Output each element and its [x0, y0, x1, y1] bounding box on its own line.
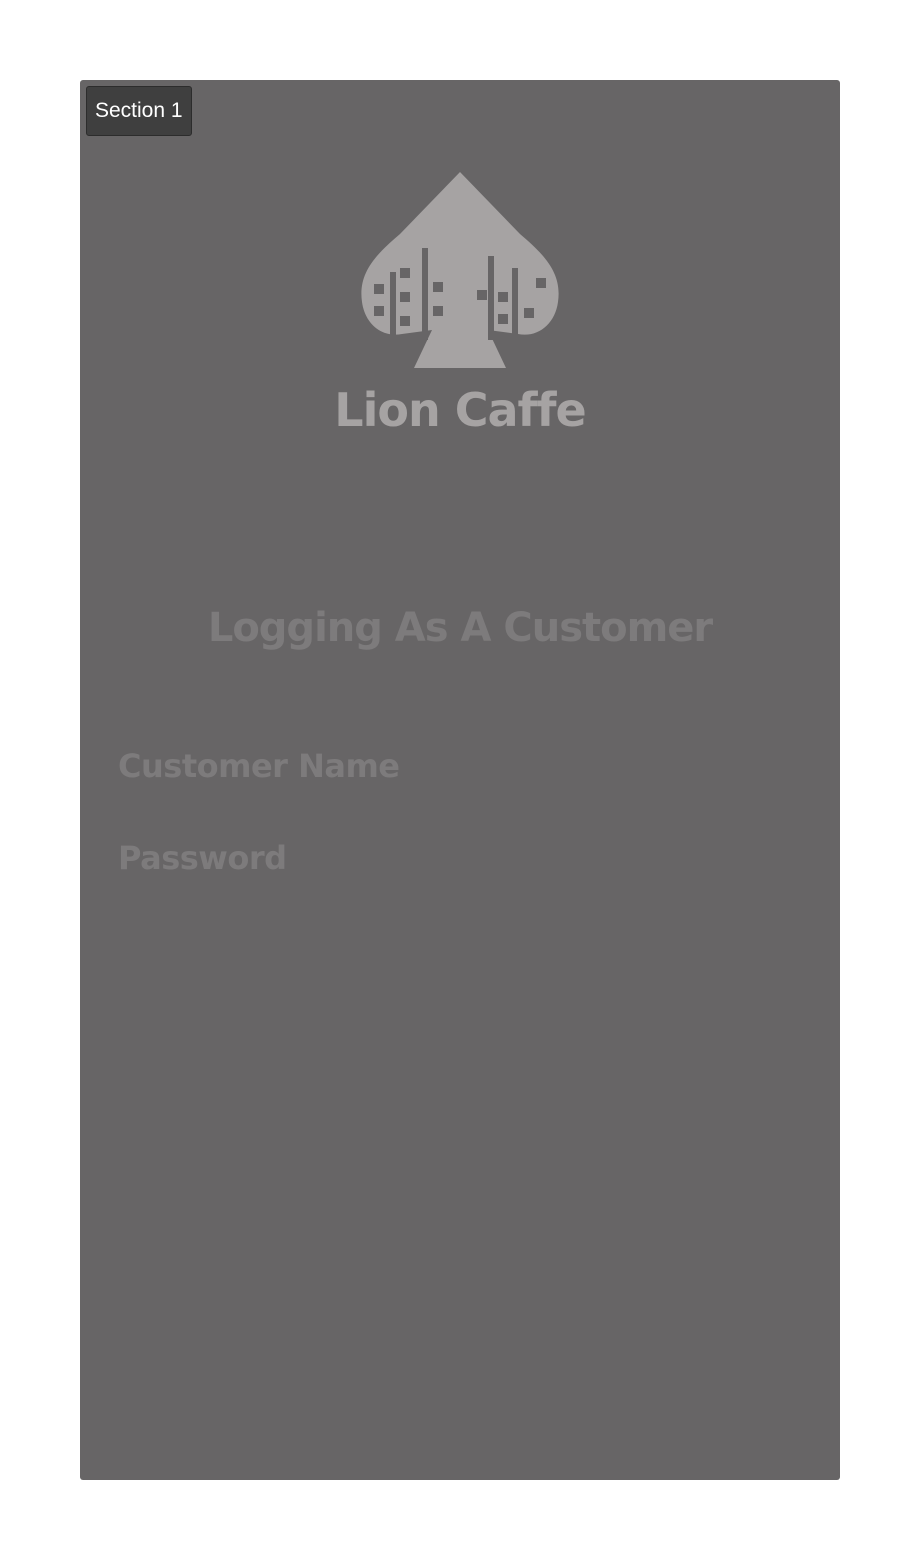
brand-name: Lion Caffe	[334, 383, 586, 437]
customer-name-field[interactable]: Customer Name	[118, 744, 400, 788]
spade-city-skyline-icon	[361, 172, 559, 368]
password-field[interactable]: Password	[118, 836, 287, 880]
login-screen: Section 1 Lion Caffe Logging As A Custom…	[80, 80, 840, 1480]
page-title: Logging As A Customer	[207, 605, 713, 651]
section-label: Section 1	[86, 86, 192, 136]
